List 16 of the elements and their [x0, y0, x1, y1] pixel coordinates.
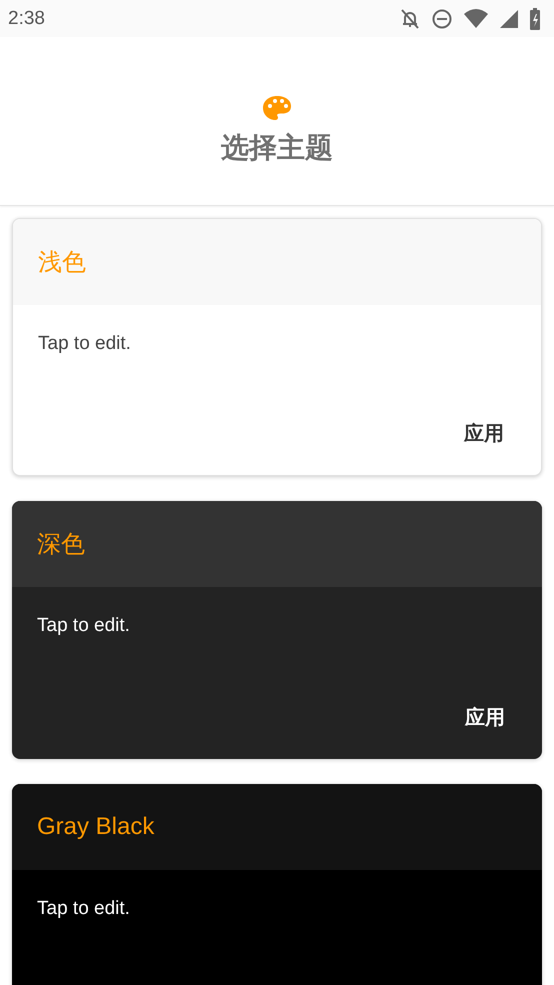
palette-icon [262, 95, 292, 123]
screen-title: 选择主题 [221, 130, 333, 166]
theme-description[interactable]: Tap to edit. [38, 333, 516, 355]
do-not-disturb-icon [432, 8, 452, 28]
theme-name: 浅色 [38, 248, 86, 278]
signal-icon [500, 10, 518, 28]
theme-name: Gray Black [37, 813, 154, 841]
status-time: 2:38 [8, 8, 46, 30]
battery-icon [530, 8, 540, 30]
wifi-icon [464, 8, 488, 28]
apply-button[interactable]: 应用 [453, 696, 517, 739]
theme-name: 深色 [37, 530, 85, 560]
theme-description[interactable]: Tap to edit. [37, 615, 517, 637]
bell-off-icon [400, 8, 420, 30]
apply-button[interactable]: 应用 [452, 412, 516, 455]
theme-description[interactable]: Tap to edit. [37, 898, 517, 920]
